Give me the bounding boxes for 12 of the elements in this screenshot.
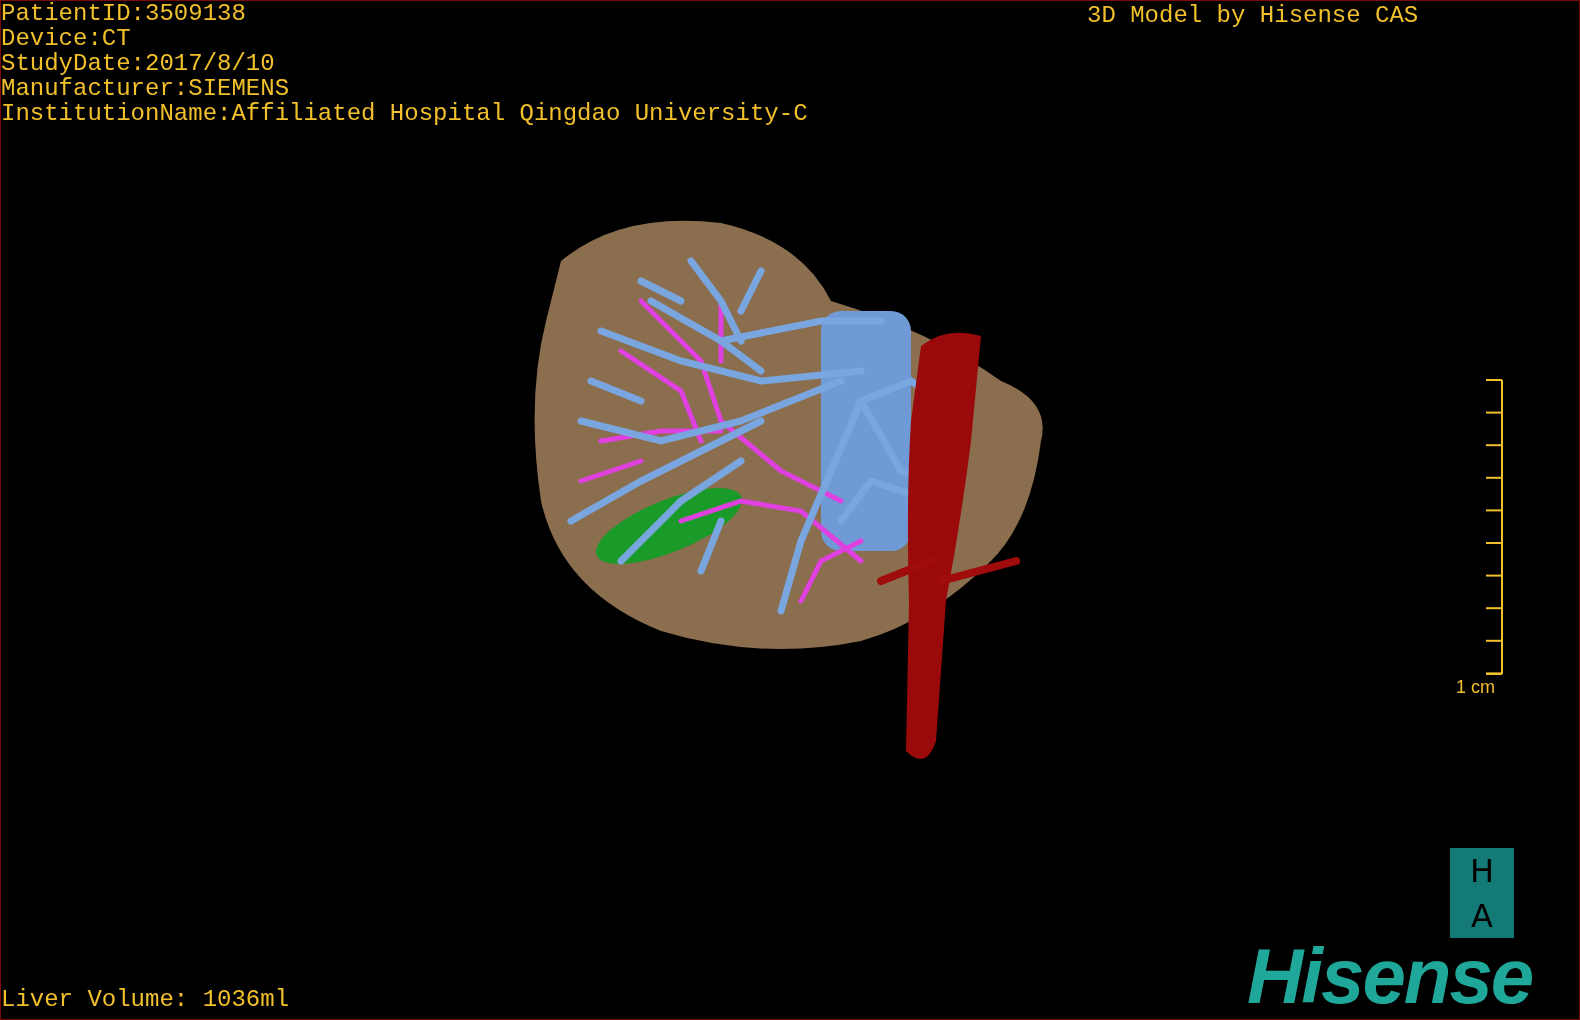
- study-info-text: Device:CT: [1, 26, 132, 51]
- brand-logo: Hisense: [1247, 936, 1533, 1016]
- model-credit-text: 3D Model by Hisense CAS: [1087, 1, 1419, 31]
- study-info-text: InstitutionName:Affiliated Hospital Qingdao University-C: [1, 101, 808, 126]
- study-info-text: PatientID:3509138: [1, 1, 247, 26]
- scale-bar-icon: [1486, 379, 1504, 675]
- scale-label: 1 cm: [1456, 676, 1495, 698]
- orientation-letter: A: [1471, 897, 1493, 934]
- study-info-text: Manufacturer:SIEMENS: [1, 76, 291, 101]
- orientation-letter: H: [1469, 852, 1495, 889]
- study-info-text: StudyDate:2017/8/10: [1, 51, 276, 76]
- liver-volume-text: Liver Volume: 1036ml: [1, 985, 290, 1015]
